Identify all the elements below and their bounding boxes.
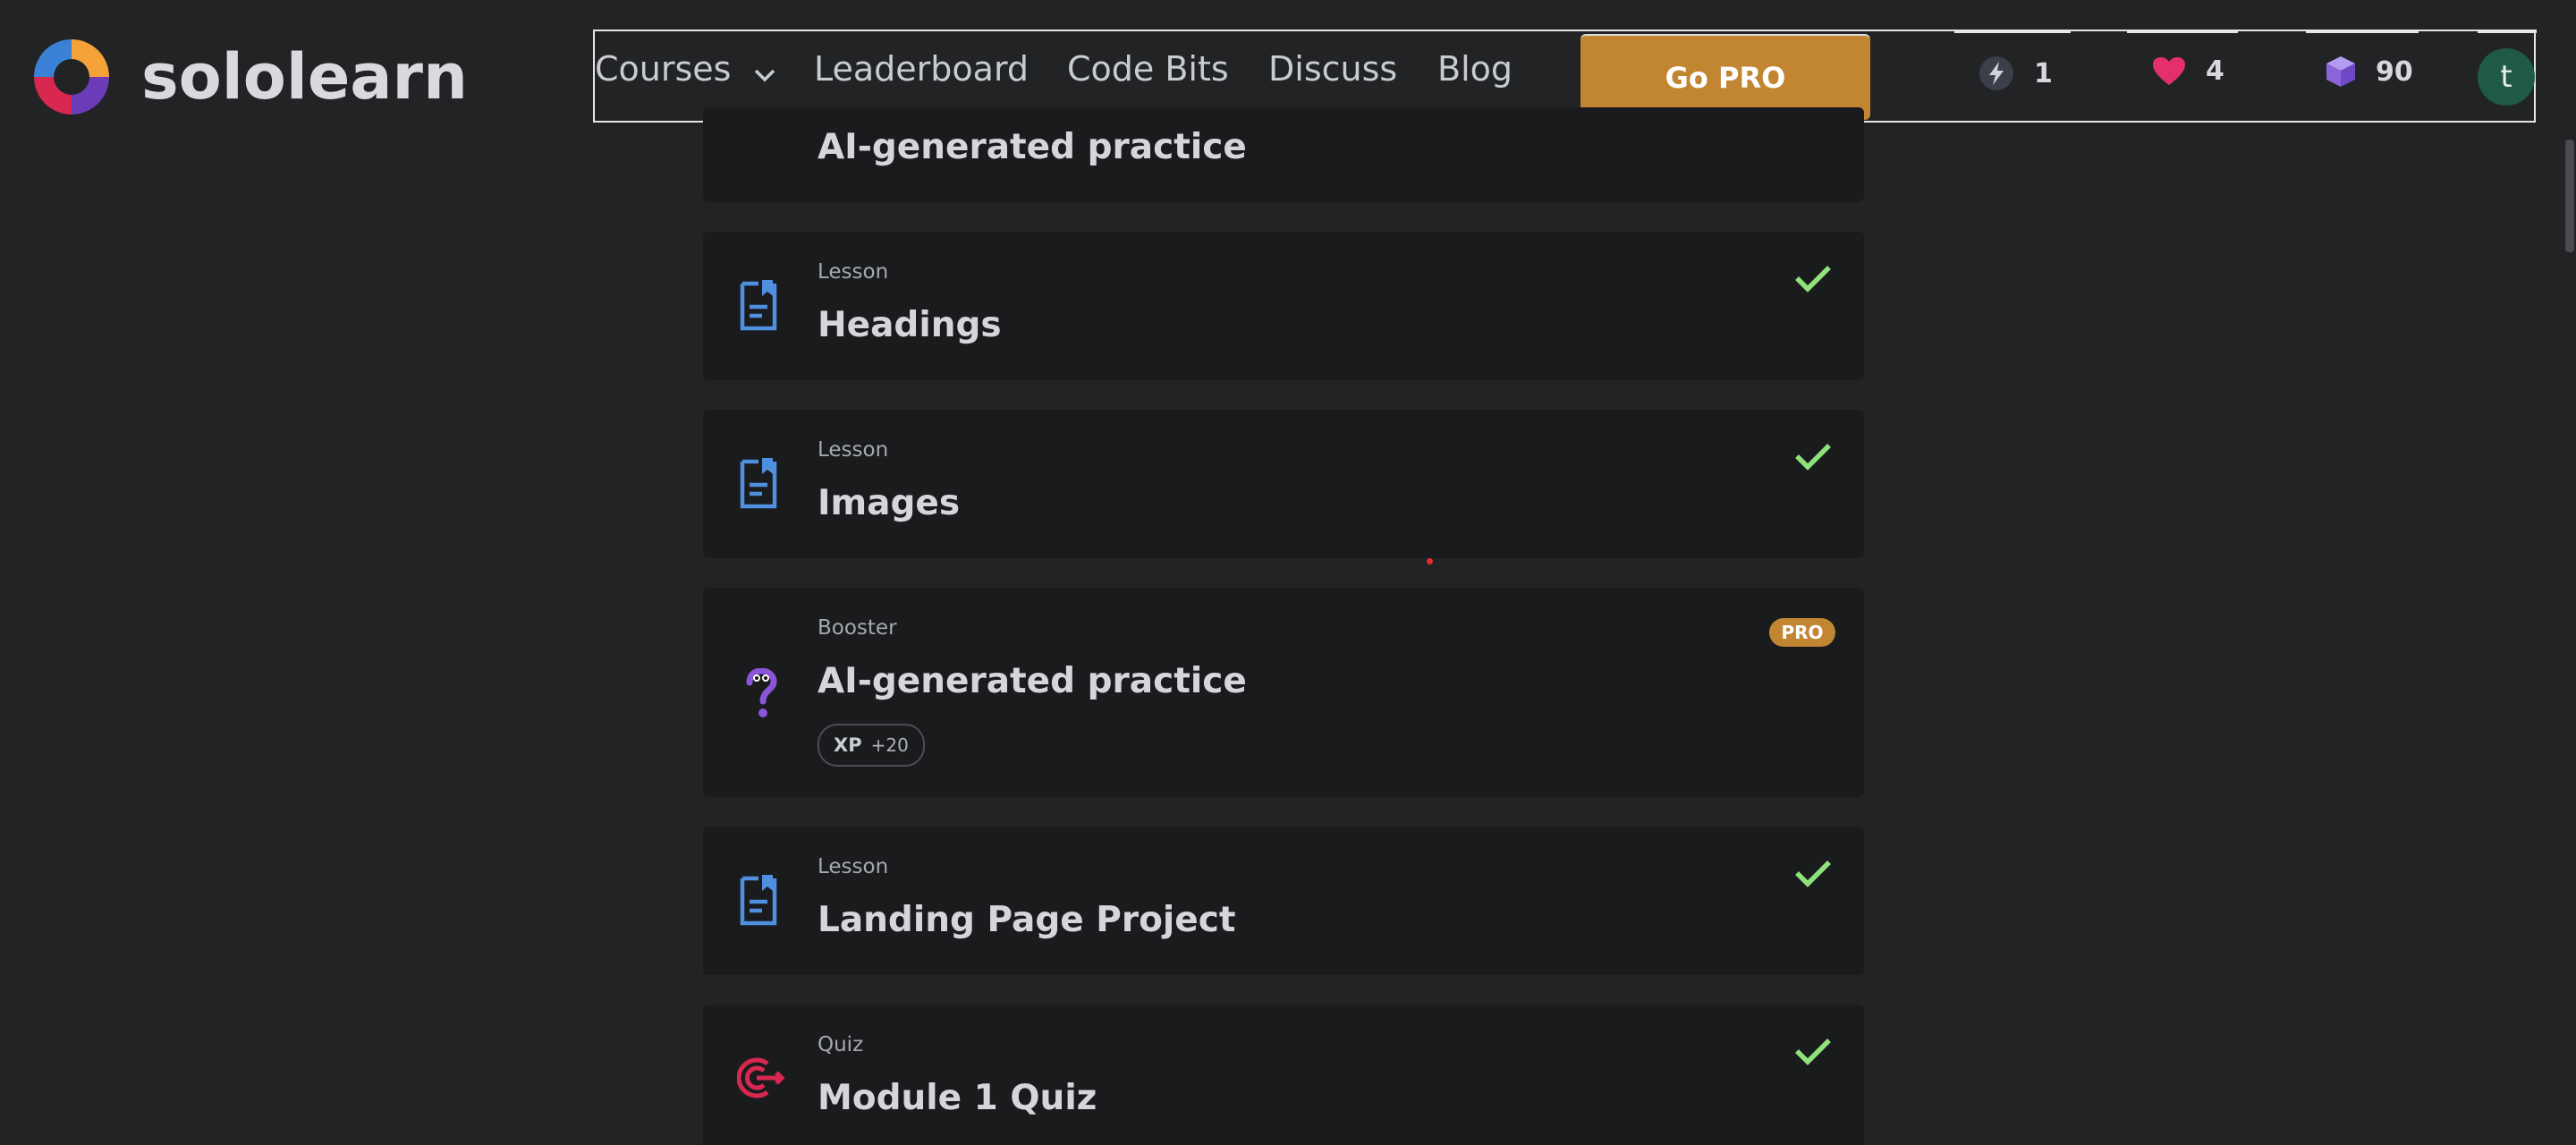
card-title: Images	[818, 483, 961, 523]
nav-discuss[interactable]: Discuss	[1268, 52, 1397, 86]
lightning-icon	[1979, 55, 2014, 91]
pro-badge: PRO	[1769, 618, 1835, 647]
checkmark-icon	[1794, 859, 1832, 891]
lesson-card-images[interactable]: Lesson Images	[703, 410, 1864, 558]
chevron-down-icon	[753, 55, 776, 89]
card-type-label: Lesson	[818, 855, 889, 878]
sololearn-logo-icon	[34, 39, 109, 114]
gems-counter[interactable]: 90	[2326, 55, 2413, 88]
card-type-label: Quiz	[818, 1033, 864, 1056]
nav-leaderboard[interactable]: Leaderboard	[814, 52, 1029, 86]
nav-courses[interactable]: Courses	[595, 52, 776, 89]
hearts-counter[interactable]: 4	[2152, 55, 2224, 87]
lesson-icon	[739, 458, 778, 510]
lesson-icon	[739, 875, 778, 927]
quiz-card-module-1[interactable]: Quiz Module 1 Quiz	[703, 1005, 1864, 1145]
stat-underline	[2306, 30, 2419, 33]
checkmark-icon	[1794, 1037, 1832, 1069]
gems-value: 90	[2376, 55, 2413, 88]
hearts-value: 4	[2206, 55, 2224, 87]
checkmark-icon	[1794, 264, 1832, 296]
nav-courses-label: Courses	[595, 49, 732, 89]
partial-card-visible-area	[703, 140, 1864, 202]
stat-underline	[2478, 30, 2537, 33]
lesson-card-landing-page-project[interactable]: Lesson Landing Page Project	[703, 827, 1864, 975]
logo-text: sololearn	[141, 40, 468, 114]
heart-icon	[2152, 56, 2186, 87]
streak-value: 1	[2034, 57, 2053, 89]
streak-counter[interactable]: 1	[1979, 55, 2053, 91]
xp-label: XP	[834, 734, 862, 756]
xp-value: +20	[870, 734, 909, 756]
booster-card-ai-practice[interactable]: Booster AI-generated practice PRO XP +20	[703, 588, 1864, 797]
card-type-label: Booster	[818, 616, 897, 640]
card-title: Module 1 Quiz	[818, 1078, 1097, 1118]
card-title: AI-generated practice	[818, 661, 1247, 701]
sololearn-logo[interactable]: sololearn	[27, 32, 468, 122]
cursor-dot	[1427, 558, 1433, 564]
gem-cube-icon	[2326, 55, 2356, 88]
avatar[interactable]: t	[2478, 48, 2535, 106]
scrollbar-thumb[interactable]	[2565, 140, 2574, 252]
quiz-target-icon	[737, 1056, 785, 1099]
card-title: Headings	[818, 305, 1002, 345]
stat-underline	[2127, 30, 2238, 33]
lesson-icon	[739, 280, 778, 332]
lesson-card-headings[interactable]: Lesson Headings	[703, 232, 1864, 380]
checkmark-icon	[1794, 442, 1832, 474]
nav-code-bits[interactable]: Code Bits	[1067, 52, 1229, 86]
stat-underline	[1954, 30, 2071, 33]
card-title: Landing Page Project	[818, 900, 1236, 940]
booster-question-icon	[744, 668, 778, 720]
card-type-label: Lesson	[818, 260, 889, 284]
xp-chip: XP +20	[818, 724, 925, 767]
card-type-label: Lesson	[818, 438, 889, 462]
nav-blog[interactable]: Blog	[1437, 52, 1513, 86]
